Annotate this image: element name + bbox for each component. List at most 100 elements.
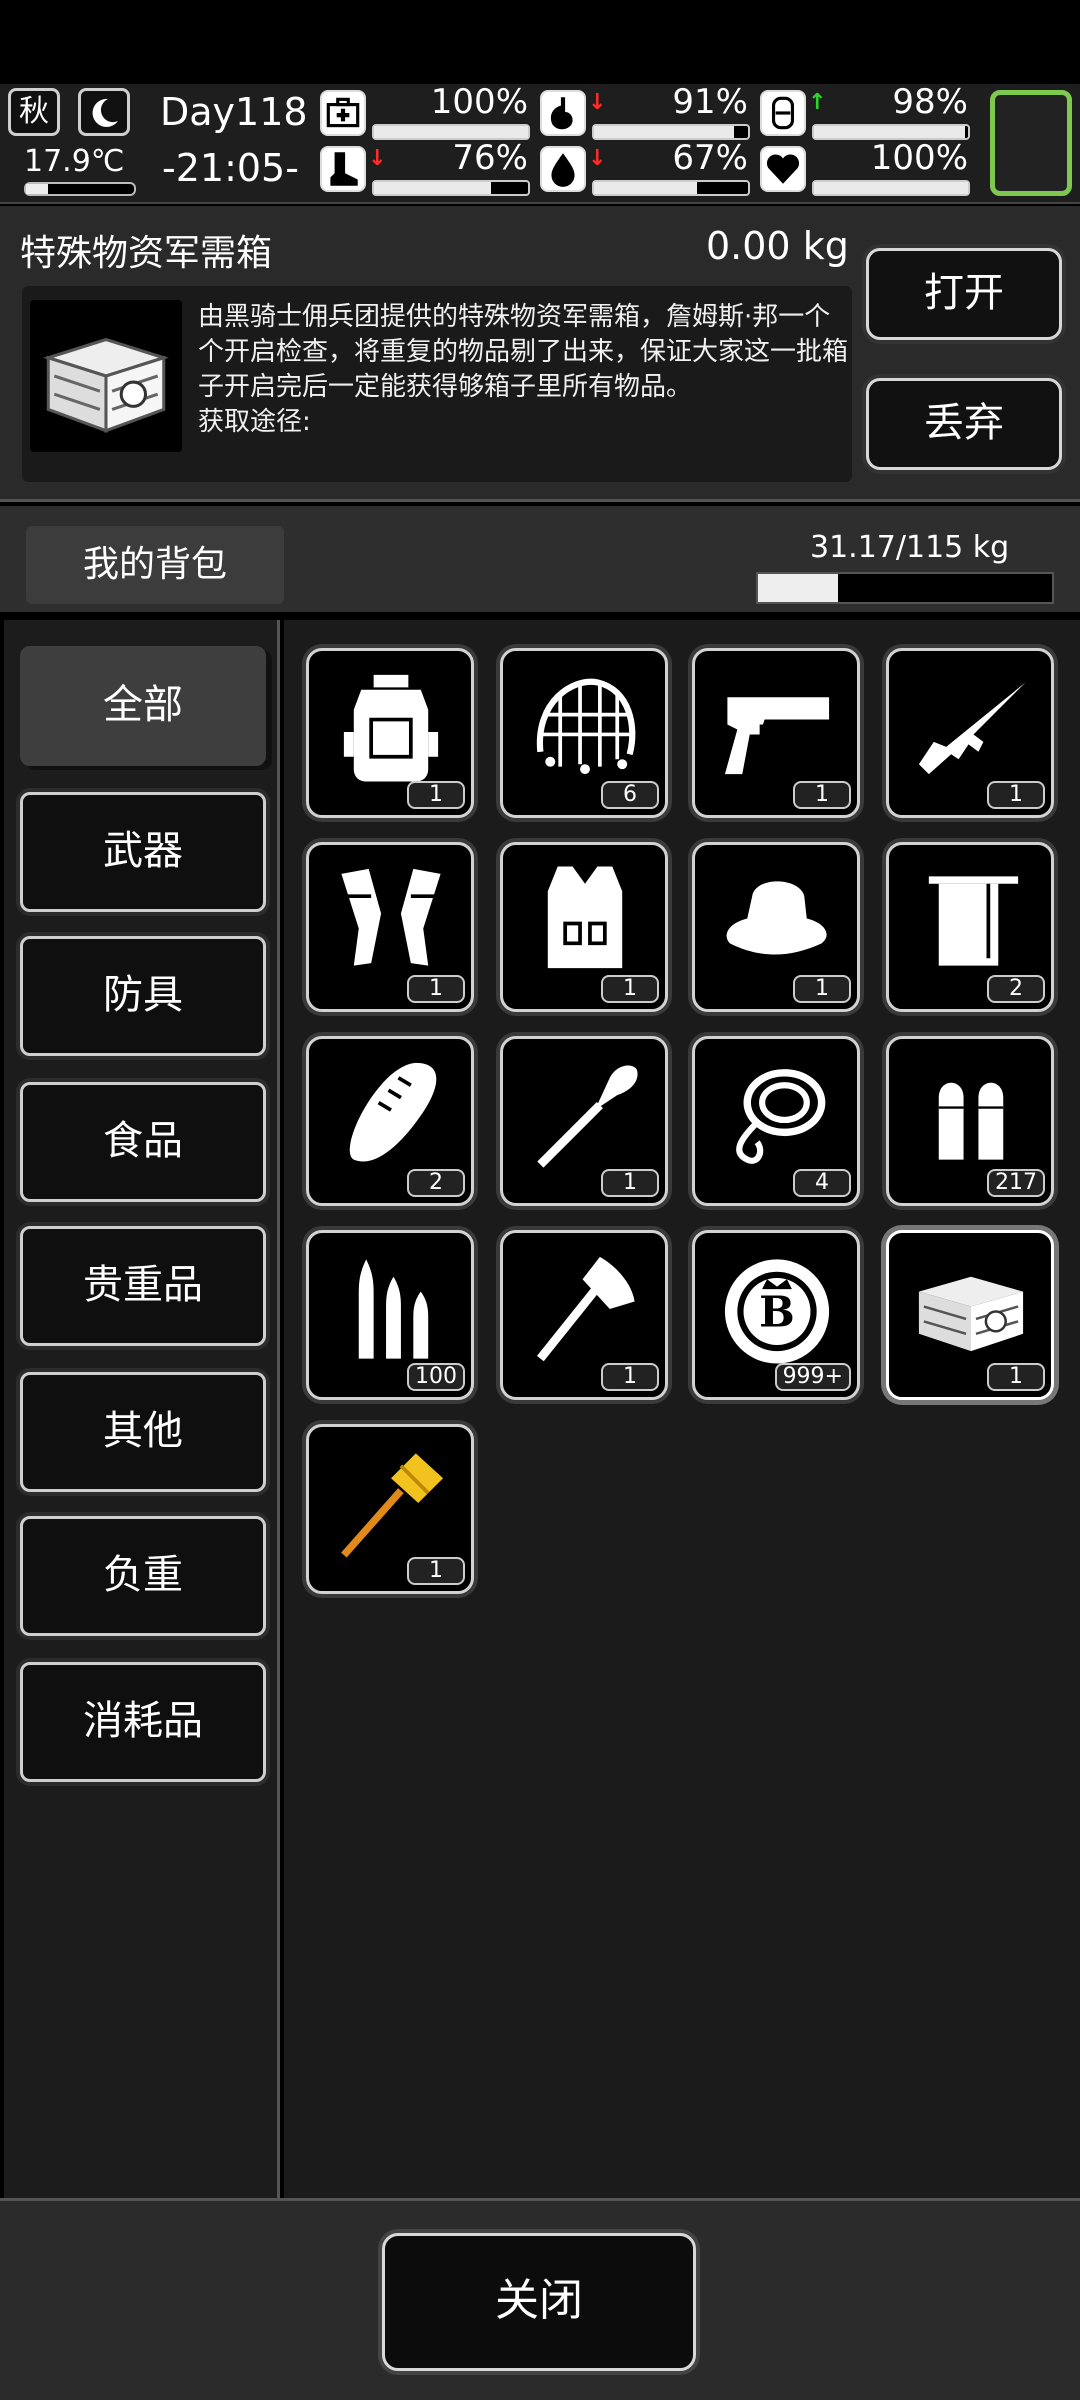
category-load[interactable]: 负重 xyxy=(20,1516,266,1636)
close-button[interactable]: 关闭 xyxy=(382,2233,696,2371)
item-name: 特殊物资军需箱 xyxy=(20,233,273,274)
equipment-slot[interactable] xyxy=(990,90,1072,196)
pistol-icon xyxy=(724,697,830,775)
item-count: 1 xyxy=(793,975,851,1003)
item-count: 1 xyxy=(987,781,1045,809)
heart-icon xyxy=(760,146,806,192)
inventory-slot[interactable]: 1 xyxy=(500,1036,668,1206)
stomach-icon xyxy=(540,90,586,136)
thirst-bar xyxy=(592,180,750,196)
item-count: 100 xyxy=(407,1363,465,1391)
item-count: 1 xyxy=(793,781,851,809)
stat-mood: 100% xyxy=(760,138,974,198)
inventory-slot[interactable]: 1 xyxy=(306,842,474,1012)
inventory-slot[interactable]: 1 xyxy=(306,648,474,818)
temperature: 17.9℃ xyxy=(24,144,125,179)
supply-crate-icon xyxy=(918,1276,1024,1352)
mood-value: 100% xyxy=(870,138,968,178)
trend-arrow: ↓ xyxy=(368,146,387,171)
inventory-slot[interactable]: 1 xyxy=(692,648,860,818)
backpack-icon xyxy=(343,674,439,782)
inventory-slot[interactable]: 4 xyxy=(692,1036,860,1206)
tab-my-backpack[interactable]: 我的背包 xyxy=(26,526,284,604)
inventory-slot[interactable]: 2 xyxy=(306,1036,474,1206)
stat-health: 100% xyxy=(320,82,534,142)
discard-button[interactable]: 丢弃 xyxy=(866,378,1062,470)
item-weight: 0.00 kg xyxy=(706,224,849,268)
temperature-bar xyxy=(24,182,136,196)
inventory-slot[interactable]: 1 xyxy=(886,648,1054,818)
inventory-slot[interactable]: 6 xyxy=(500,648,668,818)
backpack-weight: 31.17/115 kg xyxy=(810,530,1010,565)
inventory-slot[interactable]: 1 xyxy=(306,1424,474,1594)
category-other[interactable]: 其他 xyxy=(20,1372,266,1492)
pistol-ammo-icon xyxy=(938,1082,1004,1160)
hatchet-icon xyxy=(536,1256,635,1362)
trend-arrow: ↑ xyxy=(808,90,827,115)
inventory-slot[interactable]: 217 xyxy=(886,1036,1054,1206)
stat-hunger: ↓ 91% xyxy=(540,82,754,142)
item-detail-panel: 特殊物资军需箱 0.00 kg 由黑骑士佣兵团提供的特殊物资军需箱，詹姆斯·邦一… xyxy=(0,206,1080,502)
item-count: 1 xyxy=(407,781,465,809)
backpack-header: 我的背包 31.17/115 kg xyxy=(0,506,1080,612)
thirst-value: 67% xyxy=(672,138,748,178)
item-count: 217 xyxy=(987,1169,1045,1197)
season-label: 秋 xyxy=(19,94,49,129)
stat-stamina: ↑ 98% xyxy=(760,82,974,142)
moon-icon xyxy=(78,88,130,136)
inventory-slot[interactable]: 1 xyxy=(692,842,860,1012)
category-valuables[interactable]: 贵重品 xyxy=(20,1226,266,1346)
stat-thirst: ↓ 67% xyxy=(540,138,754,198)
category-food[interactable]: 食品 xyxy=(20,1082,266,1202)
water-drop-icon xyxy=(540,146,586,192)
rifle-icon xyxy=(918,682,1026,775)
svg-text:B: B xyxy=(759,1286,795,1336)
trend-arrow: ↓ xyxy=(588,90,607,115)
inventory-slot[interactable]: 100 xyxy=(306,1230,474,1400)
status-bar: 秋 17.9℃ Day118 -21:05- 100% ↓ 91% ↑ 98% … xyxy=(0,82,1080,204)
inventory-slot[interactable]: B 999+ xyxy=(692,1230,860,1400)
category-sidebar: 全部 武器 防具 食品 贵重品 其他 负重 消耗品 xyxy=(4,620,280,2198)
inventory-slot[interactable]: 2 xyxy=(886,842,1054,1012)
towel-icon xyxy=(928,876,1019,966)
season-badge: 秋 xyxy=(8,88,60,136)
shovel-icon xyxy=(537,1065,638,1168)
item-count: 1 xyxy=(407,1557,465,1585)
open-button[interactable]: 打开 xyxy=(866,248,1062,340)
source-label: 获取途径: xyxy=(198,407,311,437)
trend-arrow: ↓ xyxy=(588,146,607,171)
category-all[interactable]: 全部 xyxy=(20,646,266,766)
inventory-slot-selected[interactable]: 1 xyxy=(886,1230,1054,1400)
item-count: 4 xyxy=(793,1169,851,1197)
item-description-box: 由黑骑士佣兵团提供的特殊物资军需箱，詹姆斯·邦一个个开启检查，将重复的物品剔了出… xyxy=(22,286,852,482)
category-consumables[interactable]: 消耗品 xyxy=(20,1662,266,1782)
bread-icon xyxy=(349,1062,437,1162)
mood-bar xyxy=(812,180,970,196)
item-count: 999+ xyxy=(774,1363,851,1391)
description-text: 由黑骑士佣兵团提供的特殊物资军需箱，詹姆斯·邦一个个开启检查，将重复的物品剔了出… xyxy=(198,302,849,402)
category-armor[interactable]: 防具 xyxy=(20,936,266,1056)
boot-icon xyxy=(320,146,366,192)
day-counter: Day118 xyxy=(160,90,308,134)
item-count: 1 xyxy=(407,975,465,1003)
item-count: 2 xyxy=(407,1169,465,1197)
medkit-icon xyxy=(320,90,366,136)
supply-crate-thumbnail xyxy=(30,300,182,452)
boonie-hat-icon xyxy=(726,881,827,955)
inventory-slot[interactable]: 1 xyxy=(500,842,668,1012)
stat-leg: ↓ 76% xyxy=(320,138,534,198)
item-count: 2 xyxy=(987,975,1045,1003)
leg-value: 76% xyxy=(452,138,528,178)
b-coin-icon: B xyxy=(724,1259,830,1364)
canister-icon xyxy=(760,90,806,136)
stamina-value: 98% xyxy=(892,82,968,122)
category-weapons[interactable]: 武器 xyxy=(20,792,266,912)
item-count: 1 xyxy=(601,1363,659,1391)
inventory-slot[interactable]: 1 xyxy=(500,1230,668,1400)
inventory-grid: 1 6 1 1 1 1 1 2 2 1 4 217 100 1 B 999+ 1… xyxy=(284,620,1080,2198)
item-count: 1 xyxy=(601,975,659,1003)
item-description: 由黑骑士佣兵团提供的特殊物资军需箱，詹姆斯·邦一个个开启检查，将重复的物品剔了出… xyxy=(198,300,848,440)
game-clock: -21:05- xyxy=(162,146,299,190)
camo-net-icon xyxy=(536,678,636,775)
item-count: 1 xyxy=(601,1169,659,1197)
